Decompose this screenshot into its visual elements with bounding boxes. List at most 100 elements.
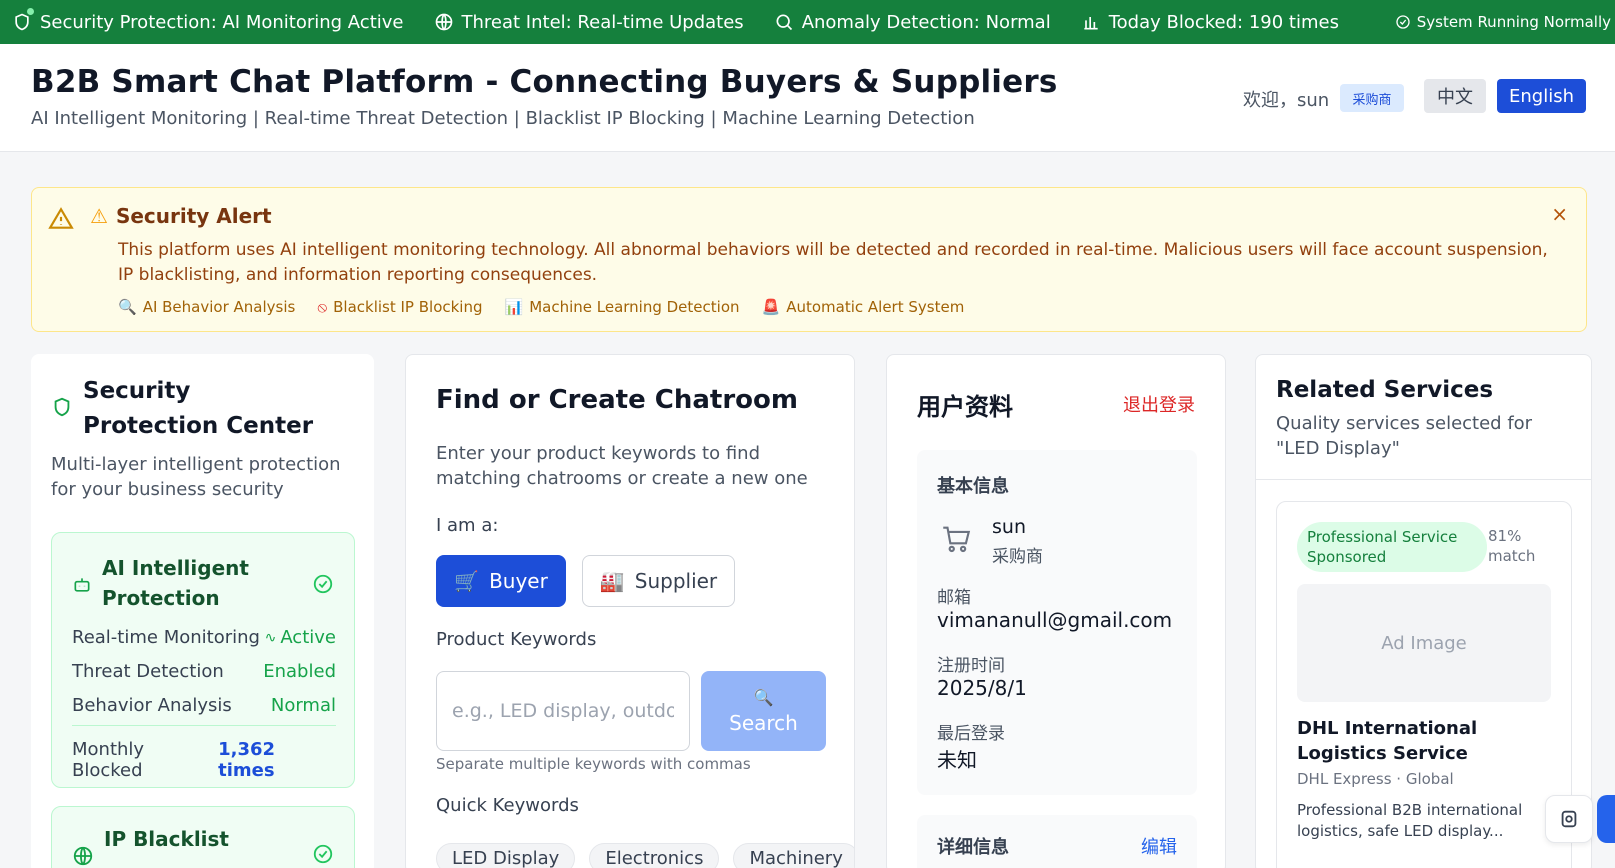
check-circle-icon (1396, 15, 1410, 29)
related-services-title: Related Services (1276, 377, 1494, 403)
status-item-security: Security Protection: AI Monitoring Activ… (12, 12, 404, 33)
alert-body: This platform uses AI intelligent monito… (118, 240, 1548, 285)
supplier-button[interactable]: 🏭 Supplier (582, 555, 735, 607)
sponsored-badge: Professional Service Sponsored (1297, 522, 1487, 572)
alert-feature: 🔍 AI Behavior Analysis (118, 298, 295, 316)
ai-protection-title: AI Intelligent Protection (102, 556, 249, 610)
language-chinese-button[interactable]: 中文 (1424, 79, 1486, 113)
service-ad-card[interactable]: Professional Service Sponsored 81% match… (1276, 501, 1572, 868)
search-icon: 🔍 (753, 687, 774, 707)
status-item-anomaly: Anomaly Detection: Normal (774, 12, 1051, 33)
close-icon[interactable]: × (1551, 202, 1568, 226)
system-status-label: System Running Normally (1416, 13, 1611, 31)
status-item-label: Anomaly Detection: Normal (801, 11, 1051, 33)
welcome-text: 欢迎，sun (1243, 90, 1330, 111)
buyer-button[interactable]: 🛒 Buyer (436, 555, 566, 607)
warning-icon (48, 207, 74, 229)
factory-icon: 🏭 (599, 569, 625, 593)
monthly-blocked-value: 1,362 times (218, 739, 276, 781)
service-description: Professional B2B international logistics… (1297, 801, 1523, 840)
basic-info-title: 基本信息 (937, 476, 1009, 497)
protection-row: Behavior Analysis Normal (72, 695, 336, 716)
status-item-blocked: Today Blocked: 190 times (1081, 12, 1339, 33)
floating-chat-button[interactable] (1597, 795, 1615, 843)
alert-feature: ⦸ Blacklist IP Blocking (317, 298, 482, 316)
alert-title-text: Security Alert (115, 204, 272, 228)
security-center-description: Multi-layer intelligent protection for y… (51, 454, 341, 500)
related-services-card: Related Services Quality services select… (1255, 354, 1592, 868)
chatroom-title: Find or Create Chatroom (436, 385, 798, 415)
robot-icon (74, 578, 90, 592)
gear-icon (1561, 810, 1577, 828)
quick-keyword-chip[interactable]: Electronics (589, 843, 720, 868)
check-circle-icon (313, 574, 333, 594)
alert-feature-label: Machine Learning Detection (529, 298, 740, 316)
cart-icon (943, 526, 971, 553)
alert-feature-label: AI Behavior Analysis (142, 298, 296, 316)
protection-row-label: Behavior Analysis (72, 695, 232, 716)
registered-label: 注册时间 (937, 656, 1005, 676)
protection-row-value-text: Active (280, 627, 336, 648)
related-services-subtitle: Quality services selected for "LED Displ… (1276, 413, 1533, 459)
status-item-threat-intel: Threat Intel: Real-time Updates (434, 12, 744, 33)
bar-chart-icon (1084, 17, 1098, 30)
keywords-input[interactable] (436, 671, 690, 751)
status-item-label: Today Blocked: 190 times (1108, 11, 1339, 33)
security-center-card: Security Protection Center Multi-layer i… (31, 354, 374, 868)
page-title: B2B Smart Chat Platform - Connecting Buy… (31, 64, 1058, 100)
warning-sign-icon: ⚠ (90, 204, 108, 228)
search-button[interactable]: 🔍 Search (701, 671, 826, 751)
globe-icon (435, 13, 452, 31)
quick-keyword-chip[interactable]: Machinery (733, 843, 854, 868)
monthly-blocked-label: Monthly Blocked (72, 739, 145, 781)
protection-row-value: Enabled (263, 661, 336, 682)
page-subtitle: AI Intelligent Monitoring | Real-time Th… (31, 108, 975, 129)
globe-icon (73, 846, 93, 866)
service-provider: DHL Express · Global (1297, 770, 1454, 788)
system-status: System Running Normally (1395, 13, 1611, 31)
cart-icon: 🛒 (454, 569, 480, 593)
ad-image-placeholder: Ad Image (1297, 584, 1551, 702)
magnifier-icon: 🔍 (118, 298, 137, 316)
security-alert: ⚠ Security Alert This platform uses AI i… (31, 187, 1587, 332)
search-icon (776, 14, 792, 31)
ai-protection-box: AI Intelligent Protection Real-time Moni… (51, 532, 355, 788)
status-item-label: Threat Intel: Real-time Updates (461, 11, 744, 33)
protection-row-label: Real-time Monitoring (72, 627, 260, 648)
last-login-value: 未知 (937, 748, 977, 772)
status-bar: Security Protection: AI Monitoring Activ… (0, 0, 1615, 44)
email-value: vimananull@gmail.com (937, 608, 1173, 632)
service-name[interactable]: DHL International Logistics Service (1297, 716, 1557, 766)
alert-features: 🔍 AI Behavior Analysis ⦸ Blacklist IP Bloc… (118, 298, 964, 316)
last-login-label: 最后登录 (937, 724, 1005, 744)
shield-icon (15, 13, 29, 31)
page-header: B2B Smart Chat Platform - Connecting Buy… (0, 44, 1615, 152)
alert-feature: 🚨 Automatic Alert System (762, 298, 965, 316)
alert-feature-label: Automatic Alert System (786, 298, 965, 316)
ip-blacklist-box: IP Blacklist (51, 806, 355, 868)
alert-feature: 📊 Machine Learning Detection (505, 298, 740, 316)
siren-icon: 🚨 (761, 298, 781, 316)
monthly-blocked-row: Monthly Blocked 1,362 times (72, 739, 336, 781)
role-label: I am a: (436, 515, 499, 536)
logout-link[interactable]: 退出登录 (1123, 391, 1195, 417)
quick-keyword-chip[interactable]: LED Display (436, 843, 576, 868)
divider (1256, 479, 1591, 480)
profile-username: sun (992, 516, 1026, 538)
profile-role: 采购商 (992, 547, 1043, 567)
prohibited-icon: ⦸ (317, 298, 328, 316)
alert-feature-label: Blacklist IP Blocking (333, 298, 483, 316)
security-center-title: Security Protection Center (83, 378, 314, 439)
floating-settings-button[interactable] (1545, 795, 1593, 843)
live-indicator-dot (27, 8, 34, 15)
protection-row-value: ∿ Active (265, 627, 336, 648)
detail-info-title: 详细信息 (937, 837, 1009, 858)
status-item-label: Security Protection: AI Monitoring Activ… (40, 11, 404, 33)
edit-link[interactable]: 编辑 (1141, 833, 1177, 859)
quick-keywords: LED Display Electronics Machinery (436, 843, 854, 868)
ip-blacklist-title: IP Blacklist (104, 827, 229, 851)
divider (72, 725, 336, 726)
protection-row: Real-time Monitoring ∿ Active (72, 627, 336, 648)
language-english-button[interactable]: English (1497, 79, 1586, 113)
buyer-button-label: Buyer (489, 569, 548, 593)
